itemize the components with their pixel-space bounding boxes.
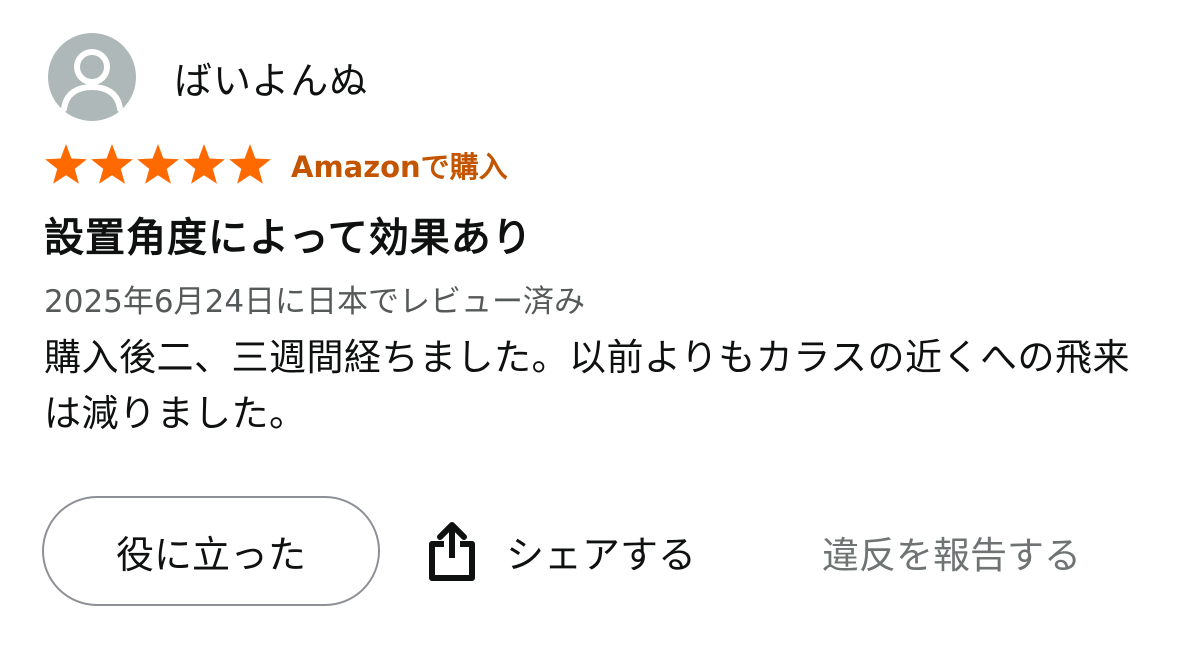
avatar (48, 33, 136, 121)
review-body: 購入後二、三週間経ちました。以前よりもカラスの近くへの飛来は減りました。 (44, 336, 1131, 435)
review-date: 2025年6月24日に日本でレビュー済み (44, 284, 586, 320)
star-icon (91, 144, 133, 184)
share-icon (429, 522, 475, 581)
star-icon (45, 144, 87, 184)
share-label: シェアする (506, 532, 697, 577)
report-abuse-link[interactable]: 違反を報告する (822, 525, 1081, 579)
review-card: ばいよんぬ Amazonで購入 設置角度によって効果あり 2025年6月24日に… (0, 0, 1179, 655)
reviewer-profile[interactable]: ばいよんぬ (48, 33, 368, 121)
reviewer-name: ばいよんぬ (174, 58, 369, 103)
share-button[interactable]: シェアする (424, 520, 696, 582)
person-silhouette-icon (61, 49, 123, 112)
helpful-button[interactable]: 役に立った (42, 496, 380, 606)
star-icon (183, 144, 225, 184)
star-icon (137, 144, 179, 184)
star-icon (229, 144, 271, 184)
star-rating[interactable] (43, 142, 273, 188)
rating-row: Amazonで購入 (43, 142, 508, 188)
review-title: 設置角度によって効果あり (44, 215, 533, 261)
verified-purchase-badge: Amazonで購入 (291, 150, 508, 184)
